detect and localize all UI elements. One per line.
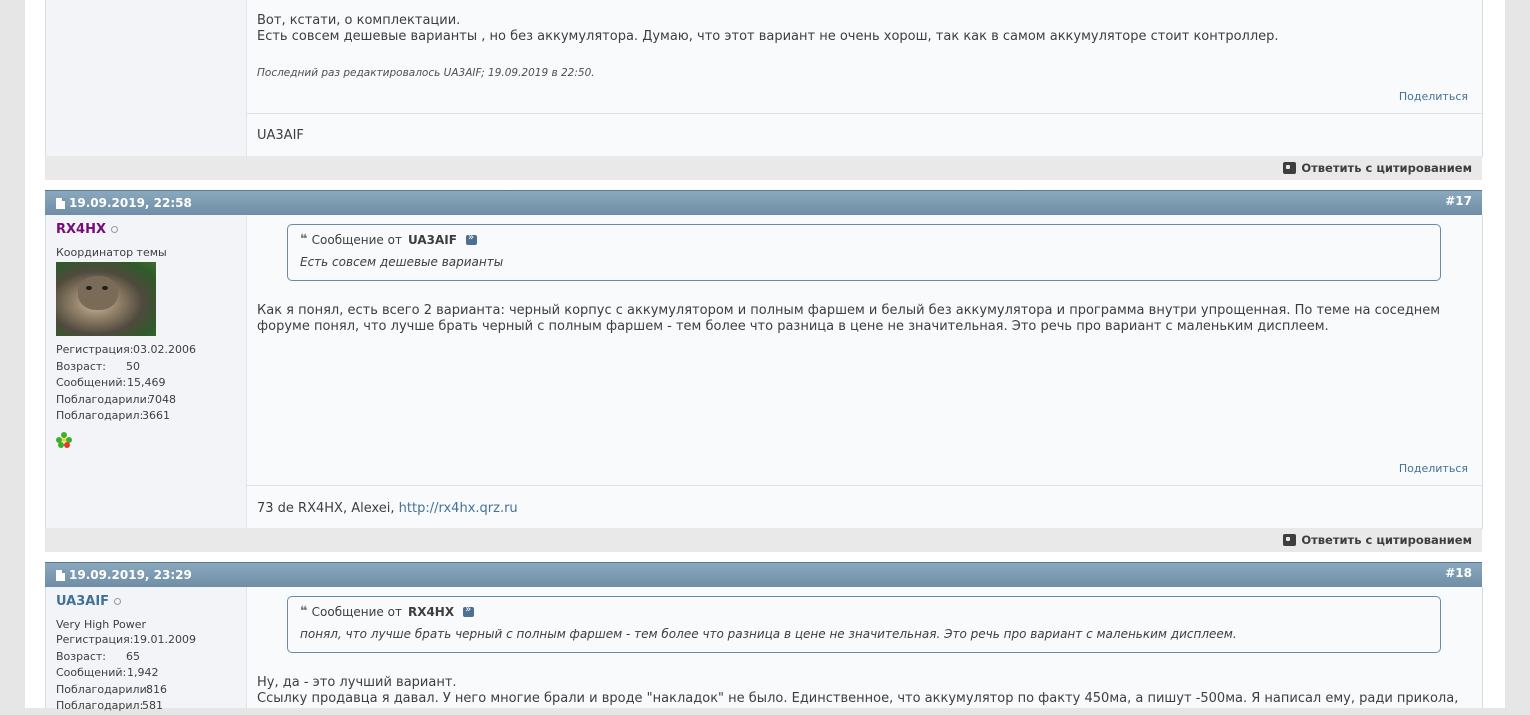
post17-user-title: Координатор темы [56,246,167,259]
stat-value: 816 [146,682,167,696]
quote-marks-icon: ❝ [300,604,308,619]
post17-date-text: 19.09.2019, 22:58 [69,196,192,210]
post17-header: 19.09.2019, 22:58 #17 [45,190,1482,215]
post17-message: Как я понял, есть всего 2 варианта: черн… [257,303,1441,334]
post18-quote-author: RX4HX [407,604,455,619]
post17-username[interactable]: RX4HX [56,222,106,237]
post18-stats: Регистрация:19.01.2009 Возраст: 65 Сообще… [56,632,196,715]
stat-label: Поблагодарил: [56,699,144,712]
post16-message: Вот, кстати, о комплектации. Есть совсем… [257,13,1279,45]
post17-quote: ❝ Сообщение от UA3AIF Есть совсем дешевы… [287,224,1441,281]
post17-signature: 73 de RX4HX, Alexei, http://rx4hx.qrz.ru [246,485,1483,529]
stat-label: Регистрация: [56,343,134,356]
post16-user-column [45,0,247,156]
post18-number-link[interactable]: #18 [1445,566,1472,580]
post16-edited-note: Последний раз редактировалось UA3AIF; 19… [257,67,595,79]
post16-signature-text: UA3AIF [257,128,304,143]
post17-quote-prefix: Сообщение от [311,232,402,247]
post16-line-1: Вот, кстати, о комплектации. [257,13,461,28]
post17-signature-text: 73 de RX4HX, Alexei, [257,501,395,516]
stat-label: Поблагодарил: [56,409,144,422]
post-document-icon [56,197,65,209]
post17-footer: Ответить с цитированием [45,528,1482,552]
post17-quote-author: UA3AIF [407,232,457,247]
post18-user-title: Very High Power [56,618,147,631]
post17-user-column: RX4HX Координатор темы Регистрация:03.02… [45,215,247,528]
avatar-cat-eye [86,286,92,290]
stat-label: Возраст: [56,649,107,663]
post18-header: 19.09.2019, 23:29 #18 [45,562,1482,587]
post17-reply-quote-label: Ответить с цитированием [1301,533,1472,547]
icq-flower-icon[interactable] [56,431,72,448]
quote-bubble-icon [1283,534,1297,546]
post18-quote-prefix: Сообщение от [311,604,402,619]
post17-signature-link[interactable]: http://rx4hx.qrz.ru [399,501,518,516]
post16-footer: Ответить с цитированием [45,156,1482,180]
post-document-icon [56,569,65,581]
quote-bubble-icon [1283,162,1297,174]
post18-content: ❝ Сообщение от RX4HX понял, что лучше бр… [246,587,1483,708]
post16-line-2: Есть совсем дешевые варианты , но без ак… [257,29,1279,44]
stat-value: 03.02.2006 [133,343,196,356]
post17-userinfo: RX4HX Координатор темы Регистрация:03.02… [56,222,196,448]
post17-date: 19.09.2019, 22:58 [56,196,192,210]
post18-date: 19.09.2019, 23:29 [56,568,192,582]
post17-quote-text: Есть совсем дешевые варианты [300,255,504,269]
offline-status-icon [110,226,118,233]
stat-value: 581 [142,699,163,712]
post18-username[interactable]: UA3AIF [56,594,109,609]
post18-date-text: 19.09.2019, 23:29 [69,568,192,582]
post17-stats: Регистрация:03.02.2006 Возраст: 50 Сообще… [56,342,196,425]
stat-label: Регистрация: [56,633,134,646]
stat-label: Поблагодарили: [56,682,151,696]
stat-label: Поблагодарили: [56,392,151,406]
stat-value: 65 [126,649,140,663]
post16-content: Вот, кстати, о комплектации. Есть совсем… [246,0,1483,113]
post18-line-1: Ну, да - это лучший вариант. [257,675,457,690]
avatar-cat-head [78,276,118,310]
post17-number-link[interactable]: #17 [1445,194,1472,208]
post16-signature: UA3AIF [246,113,1483,157]
post16-reply-quote-label: Ответить с цитированием [1301,161,1472,175]
stat-value: 3661 [142,409,170,422]
post18-line-2: Ссылку продавца я давал. У него многие б… [257,691,1459,706]
stat-label: Возраст: [56,359,107,373]
stat-value: 19.01.2009 [133,633,196,646]
post18-quote-header: ❝ Сообщение от RX4HX [300,604,475,619]
post16-reply-quote-button[interactable]: Ответить с цитированием [1283,161,1472,175]
post17-content: ❝ Сообщение от UA3AIF Есть совсем дешевы… [246,215,1483,485]
post17-share-link[interactable]: Поделиться [1399,462,1468,475]
stat-label: Сообщений: [56,666,127,679]
post17-signature-line: 73 de RX4HX, Alexei, http://rx4hx.qrz.ru [257,501,518,517]
post18-user-column: UA3AIF Very High Power Регистрация:19.01… [45,587,247,712]
quote-marks-icon: ❝ [300,232,308,247]
post17-quote-header: ❝ Сообщение от UA3AIF [300,232,477,247]
stat-value: 50 [126,359,140,373]
stat-value: 7048 [148,392,176,406]
post17-reply-quote-button[interactable]: Ответить с цитированием [1283,533,1472,547]
view-post-icon[interactable] [463,604,475,617]
post18-message: Ну, да - это лучший вариант. Ссылку прод… [257,675,1467,707]
avatar-cat-eye [102,286,108,290]
stat-label: Сообщений: [56,376,127,389]
post18-quote-text: понял, что лучше брать черный с полным ф… [300,627,1237,641]
stat-value: 15,469 [127,376,166,389]
post18-quote: ❝ Сообщение от RX4HX понял, что лучше бр… [287,596,1441,653]
post17-avatar[interactable] [56,262,156,336]
post18-userinfo: UA3AIF Very High Power Регистрация:19.01… [56,594,196,715]
offline-status-icon [114,598,122,605]
post16-share-link[interactable]: Поделиться [1399,90,1468,103]
view-post-icon[interactable] [465,232,477,245]
stat-value: 1,942 [127,666,159,679]
